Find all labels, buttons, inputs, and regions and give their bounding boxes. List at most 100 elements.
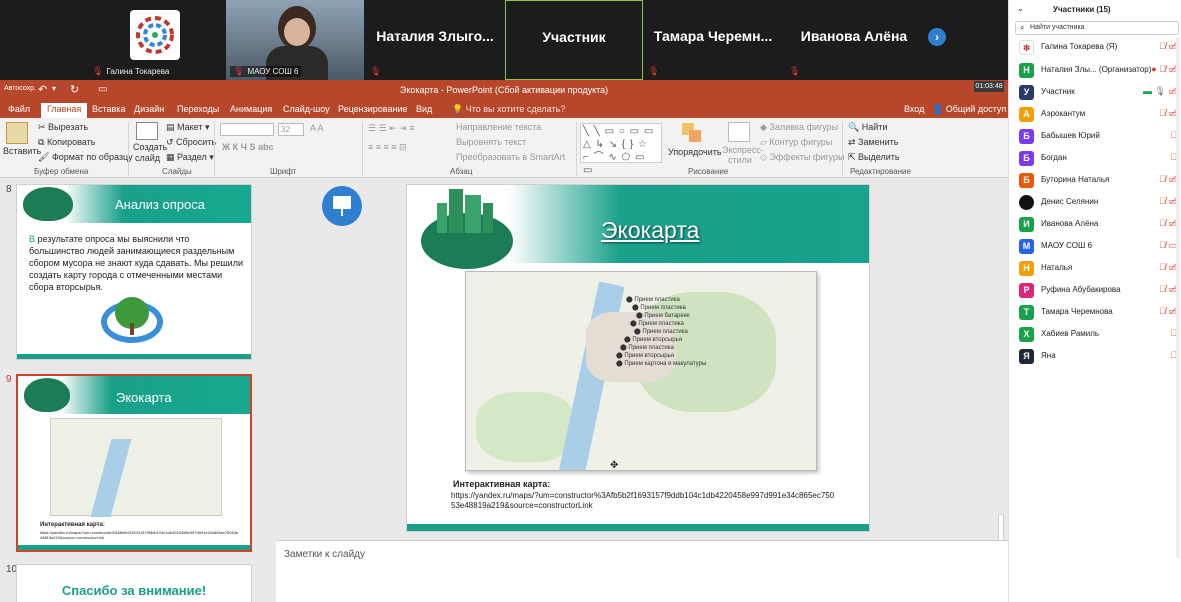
mic-off-icon: 🎙̸ ▭̸ [1159,174,1177,184]
replace-button[interactable]: ⇄ Заменить [848,137,899,148]
tab-file[interactable]: Файл [2,103,36,118]
quick-styles-button-2[interactable]: стили [728,155,752,165]
slide-link-line: https://yandex.ru/maps/?um=constructor%3… [451,491,835,500]
chevron-right-icon[interactable]: › [928,28,946,46]
participant-name: Буторина Наталья [1041,175,1110,184]
participant-row[interactable]: Б Бабышев Юрий 🎙̸ [1019,127,1179,147]
grow-font-icon[interactable]: A A [310,123,324,133]
presentation-icon[interactable] [322,186,362,226]
tell-me-label: Что вы хотите сделать? [465,104,566,114]
tab-transitions[interactable]: Переходы [171,103,225,118]
current-slide[interactable]: Экокарта ⬤ Прием пластика ⬤ Прием пласти… [406,184,870,532]
participant-name: Наталия Злы... (Организатор) [1041,65,1152,74]
paste-icon[interactable] [6,122,28,144]
thumbnail-slide-8[interactable]: Анализ опроса В результате опроса мы выя… [16,184,252,360]
slide-editor: Экокарта ⬤ Прием пластика ⬤ Прием пласти… [262,178,1008,602]
mic-off-icon: 🎙 [789,66,801,76]
slide-caption: Интерактивная карта: [453,479,551,489]
share-button[interactable]: 👤 Общий доступ [926,103,1012,118]
format-painter-button[interactable]: 🖌 Формат по образцу [38,152,133,163]
eco-globe-image [24,378,70,412]
notes-pane[interactable]: Заметки к слайду [276,540,1008,602]
slide-link[interactable]: https://yandex.ru/maps/?um=constructor%3… [451,491,834,511]
tab-review[interactable]: Рецензирование [332,103,414,118]
reset-button[interactable]: ↺ Сбросить [166,137,216,148]
copy-button[interactable]: ⧉ Копировать [38,137,95,148]
participant-row[interactable]: Денис Селянин 🎙̸ ▭̸ [1019,193,1179,213]
new-slide-button-2[interactable]: слайд [135,153,160,163]
tile-caption: МАОУ СОШ 6 [247,67,299,76]
cursor-icon: ⇱ [848,152,859,162]
tab-design[interactable]: Дизайн [128,103,170,118]
participant-row[interactable]: А Аэрокантум 🎙̸ ▭̸ [1019,105,1179,125]
mic-off-icon: 🎙 [233,66,245,76]
align-text-button[interactable]: Выровнять текст [456,137,526,147]
participant-row[interactable]: Б Буторина Наталья 🎙̸ ▭̸ [1019,171,1179,191]
tell-me-search[interactable]: 💡 Что вы хотите сделать? [446,103,571,118]
list-buttons[interactable]: ☰ ☰ ⇤ ⇥ ≡ [368,123,414,134]
window-title: Экокарта - PowerPoint (Сбой активации пр… [399,85,609,95]
video-tile-tamara[interactable]: Тамара Черемн... 🎙 [644,0,782,80]
new-slide-icon[interactable] [136,122,158,140]
participant-name: Наталья [1041,263,1073,272]
tab-view[interactable]: Вид [410,103,438,118]
quick-styles-button[interactable]: Экспресс- [722,145,764,155]
video-tile-ivanova[interactable]: Иванова Алёна 🎙 [785,0,923,80]
tab-insert[interactable]: Вставка [86,103,131,118]
participant-row[interactable]: Т Тамара Черемнова 🎙̸ ▭̸ [1019,303,1179,323]
shape-effects-button[interactable]: ◇ Эффекты фигуры [760,152,844,163]
cut-button[interactable]: ✂ Вырезать [38,122,88,133]
font-style-buttons[interactable]: Ж К Ч S abc [222,142,273,152]
participant-row[interactable]: Р Руфина Абубакирова 🎙̸ ▭̸ [1019,281,1179,301]
paste-button[interactable]: Вставить [3,146,41,156]
participant-search[interactable]: ⌕ Найти участника [1015,21,1179,35]
arrange-icon[interactable] [682,123,702,143]
tab-slideshow[interactable]: Слайд-шоу [277,103,336,118]
panel-scrollbar[interactable] [1176,38,1180,558]
ribbon-tabs: Файл Главная Вставка Дизайн Переходы Ани… [0,102,1008,118]
participant-row[interactable]: Х Хабиев Рамиль 🎙̸ [1019,325,1179,345]
arrange-button[interactable]: Упорядочить [668,147,722,157]
participant-row[interactable]: Н Наталия Злы... (Организатор) ● 🎙̸ ▭̸ [1019,61,1179,81]
recycle-tree-image [97,293,167,347]
participant-row[interactable]: Б Богдан 🎙̸ [1019,149,1179,169]
select-button[interactable]: ⇱ Выделить [848,152,900,163]
find-button[interactable]: 🔍 Найти [848,122,887,133]
mic-off-icon: ● 🎙̸ ▭̸ [1151,64,1177,74]
tab-home[interactable]: Главная [41,103,88,118]
font-name-input[interactable] [220,123,274,136]
video-tile-natalia[interactable]: Наталия Злыго... 🎙 [366,0,504,80]
thumbnail-slide-9[interactable]: Экокарта Интерактивная карта: https://ya… [16,374,252,552]
new-slide-button[interactable]: Создать [133,142,167,152]
participant-row[interactable]: ✽ Галина Токарева (Я) 🎙̸ ▭̸ [1019,38,1179,58]
quick-styles-icon[interactable] [728,122,750,142]
video-tile-galina[interactable]: 🎙 Галина Токарева [88,0,224,80]
shape-fill-button[interactable]: ◆ Заливка фигуры [760,122,838,133]
participant-row[interactable]: Я Яна 🎙̸ [1019,347,1179,367]
shape-outline-button[interactable]: ▱ Контур фигуры [760,137,832,148]
fill-icon: ◆ [760,122,770,132]
font-size-input[interactable]: 32 [278,123,304,136]
video-tile-participant[interactable]: Участник [505,0,643,80]
thumbnail-slide-10[interactable]: Спасибо за внимание! [16,564,252,602]
search-icon: ⌕ [1020,23,1025,32]
tab-animation[interactable]: Анимация [224,103,278,118]
participant-row[interactable]: И Иванова Алёна 🎙̸ ▭̸ [1019,215,1179,235]
avatar: А [1019,107,1034,122]
section-button[interactable]: ▦ Раздел ▾ [166,152,214,163]
text-direction-button[interactable]: Направление текста [456,122,541,132]
ribbon-separator [842,122,843,176]
layout-button[interactable]: ▤ Макет ▾ [166,122,210,133]
smartart-button[interactable]: Преобразовать в SmartArt [456,152,565,162]
map-label: Прием пластика [638,321,684,327]
shapes-gallery[interactable]: ╲ ╲ ▭ ○ ▭ ▭ △ ↳ ↘ { } ☆ ⌐ ⌒ ∿ ⬠ ▭ ▭ [580,123,662,176]
replace-label: Заменить [858,137,899,147]
participant-row[interactable]: М МАОУ СОШ 6 🎙̸ ▭ [1019,237,1179,257]
avatar-logo-icon: ✽ [1019,40,1034,55]
align-buttons[interactable]: ≡ ≡ ≡ ≡ ⊟ [368,142,407,153]
collapse-icon[interactable]: ⌄ [1017,4,1024,13]
participant-row[interactable]: Н Наталья 🎙̸ ▭̸ [1019,259,1179,279]
video-tile-school[interactable]: 🎙 МАОУ СОШ 6 [226,0,364,80]
interactive-map-image[interactable]: ⬤ Прием пластика ⬤ Прием пластика ⬤ Прие… [465,271,817,471]
participant-row[interactable]: У Участник ▬ 🎙 ▭̸ [1019,83,1179,103]
